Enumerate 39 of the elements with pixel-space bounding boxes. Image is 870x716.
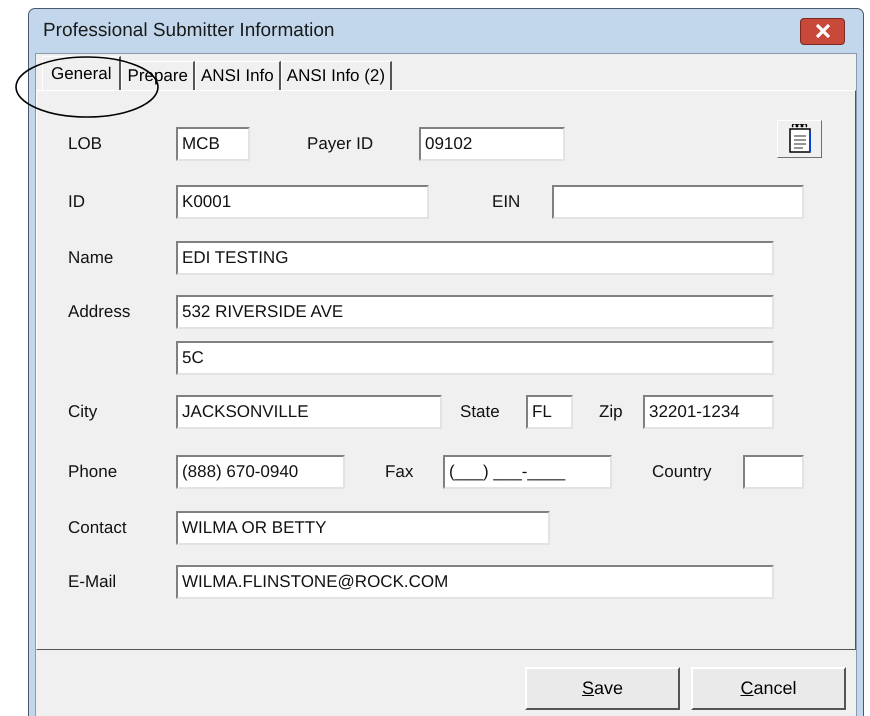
field-label: State	[460, 401, 501, 424]
text-field[interactable]: (888) 670-0940	[176, 455, 345, 489]
text-field[interactable]: 532 RIVERSIDE AVE	[176, 295, 774, 329]
field-label: Fax	[385, 461, 414, 484]
close-icon	[814, 24, 830, 38]
dialog-button[interactable]: Save	[525, 667, 680, 710]
field-label: Contact	[68, 517, 128, 540]
close-button[interactable]	[800, 18, 845, 44]
notepad-icon	[786, 124, 812, 154]
text-field[interactable]: 09102	[419, 127, 565, 161]
field-label: ID	[68, 191, 86, 214]
text-field[interactable]: (___) ___-____	[443, 455, 612, 489]
text-field[interactable]: FL	[526, 395, 573, 429]
tab[interactable]: ANSI Info (2)	[280, 61, 392, 90]
field-label: Name	[68, 247, 114, 270]
field-label: Address	[68, 301, 132, 324]
text-field[interactable]: 5C	[176, 341, 774, 375]
window-title: Professional Submitter Information	[43, 18, 334, 43]
field-label: City	[68, 401, 98, 424]
field-label: E-Mail	[68, 571, 118, 594]
text-field[interactable]	[552, 185, 804, 219]
text-field[interactable]: WILMA.FLINSTONE@ROCK.COM	[176, 565, 774, 599]
text-field[interactable]	[743, 455, 804, 489]
tab[interactable]: ANSI Info	[194, 61, 281, 90]
text-field[interactable]: WILMA OR BETTY	[176, 511, 550, 545]
field-label: Zip	[599, 401, 624, 424]
dialog-button[interactable]: Cancel	[691, 667, 846, 710]
notepad-button[interactable]	[777, 120, 822, 158]
field-label: Phone	[68, 461, 118, 484]
text-field[interactable]: 32201-1234	[643, 395, 774, 429]
field-label: Country	[652, 461, 713, 484]
text-field[interactable]: K0001	[176, 185, 429, 219]
text-field[interactable]: JACKSONVILLE	[176, 395, 442, 429]
field-label: EIN	[492, 191, 522, 214]
tab[interactable]: General	[42, 56, 122, 90]
text-field[interactable]: MCB	[176, 127, 250, 161]
field-label: LOB	[68, 133, 104, 156]
field-label: Payer ID	[307, 133, 374, 156]
text-field[interactable]: EDI TESTING	[176, 241, 774, 275]
